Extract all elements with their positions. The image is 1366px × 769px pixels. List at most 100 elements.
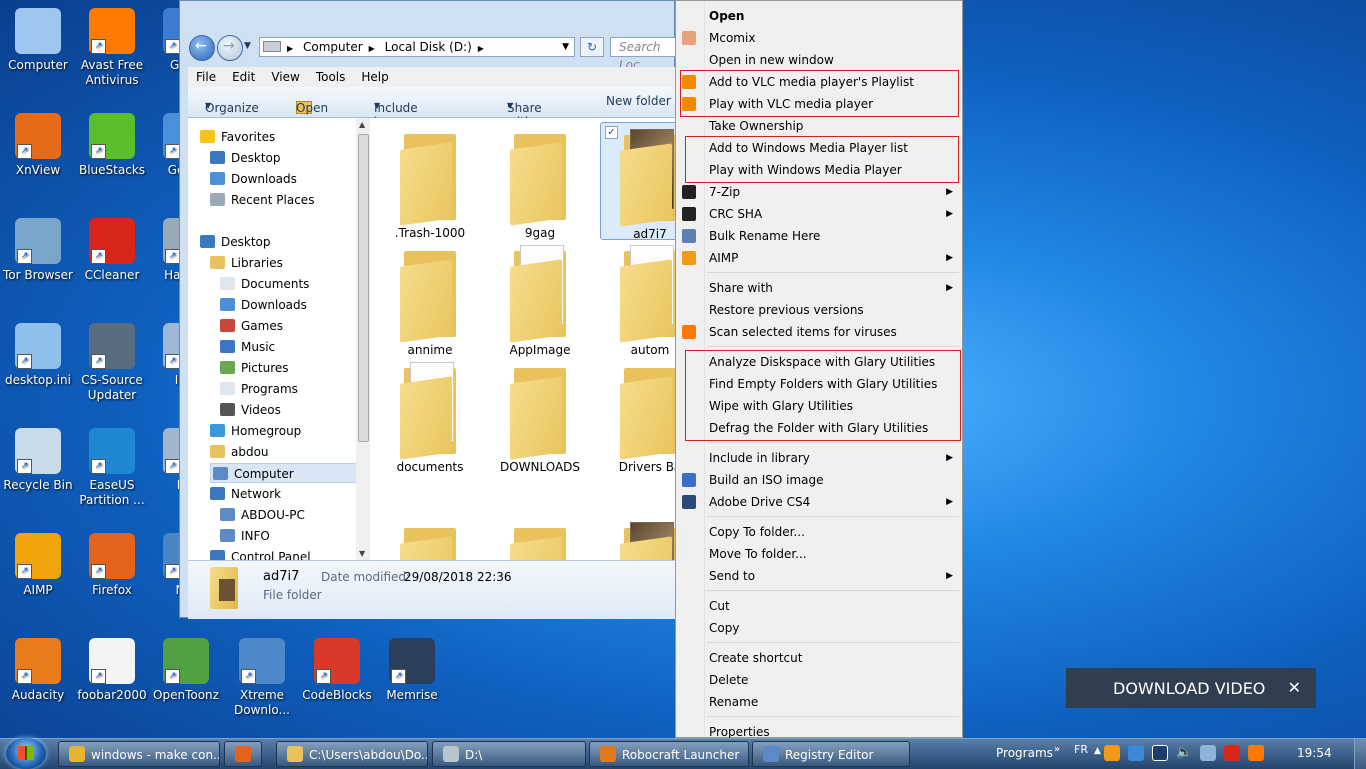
menu-item-restore-previous-versions[interactable]: Restore previous versions xyxy=(676,299,962,321)
download-video-banner[interactable]: DOWNLOAD VIDEO ✕ xyxy=(1066,668,1316,708)
menu-file[interactable]: File xyxy=(188,67,224,87)
back-button[interactable]: ← xyxy=(189,35,215,61)
menu-item-create-shortcut[interactable]: Create shortcut xyxy=(676,647,962,669)
desktop-icon-cs-source-updater[interactable]: ↗ CS-Source Updater xyxy=(74,323,150,403)
nav-item-games[interactable]: Games xyxy=(220,316,283,336)
nav-item-pictures[interactable]: Pictures xyxy=(220,358,289,378)
ccleaner-tray-icon[interactable] xyxy=(1224,745,1240,761)
folder-item-9gag[interactable]: 9gag xyxy=(490,122,590,240)
navigation-pane[interactable]: Favorites Desktop Downloads Recent Places De… xyxy=(188,118,356,560)
desktop-icon-memrise[interactable]: ↗ Memrise xyxy=(374,638,450,703)
breadcrumb-local-disk[interactable]: Local Disk (D:) xyxy=(385,40,472,54)
menu-item-open[interactable]: Open xyxy=(676,5,962,27)
menu-item-rename[interactable]: Rename xyxy=(676,691,962,713)
menu-item-take-ownership[interactable]: Take Ownership xyxy=(676,115,962,137)
folder-item-downloads[interactable]: DOWNLOADS xyxy=(490,356,590,474)
nav-item-music[interactable]: Music xyxy=(220,337,275,357)
menu-item-include-in-library[interactable]: Include in library ▶ xyxy=(676,447,962,469)
desktop-icon-recycle-bin[interactable]: ↗ Recycle Bin xyxy=(0,428,76,493)
address-bar[interactable]: ▶ Computer ▶ Local Disk (D:) ▶ ▼ xyxy=(259,37,575,57)
menu-item-share-with[interactable]: Share with ▶ xyxy=(676,277,962,299)
breadcrumb-computer[interactable]: Computer xyxy=(303,40,363,54)
nav-item-favorites[interactable]: Favorites xyxy=(200,127,275,147)
nav-item-recent-places[interactable]: Recent Places xyxy=(210,190,314,210)
language-indicator[interactable]: FR xyxy=(1074,743,1088,756)
desktop-icon-foobar2000[interactable]: ↗ foobar2000 xyxy=(74,638,150,703)
nav-item-control-panel[interactable]: Control Panel xyxy=(210,547,311,560)
scroll-thumb[interactable] xyxy=(358,134,369,442)
menu-help[interactable]: Help xyxy=(353,67,396,87)
tray-app-icon[interactable] xyxy=(1128,745,1144,761)
menu-item-mcomix[interactable]: Mcomix xyxy=(676,27,962,49)
nav-item-videos[interactable]: Videos xyxy=(220,400,281,420)
menu-item-adobe-drive-cs4[interactable]: Adobe Drive CS4 ▶ xyxy=(676,491,962,513)
scroll-down-icon[interactable]: ▼ xyxy=(359,549,365,558)
scroll-up-icon[interactable]: ▲ xyxy=(359,120,365,129)
nav-item-programs[interactable]: Programs xyxy=(220,379,298,399)
menu-item-scan-selected-items-for-viruses[interactable]: Scan selected items for viruses xyxy=(676,321,962,343)
menu-item-move-to-folder[interactable]: Move To folder... xyxy=(676,543,962,565)
desktop-icon-firefox[interactable]: ↗ Firefox xyxy=(74,533,150,598)
nav-item-downloads[interactable]: Downloads xyxy=(220,295,307,315)
desktop-icon-codeblocks[interactable]: ↗ CodeBlocks xyxy=(299,638,375,703)
taskbar-button-c-users-abdou-do[interactable]: C:\Users\abdou\Do... xyxy=(276,741,428,767)
menu-item-aimp[interactable]: AIMP ▶ xyxy=(676,247,962,269)
nav-item-homegroup[interactable]: Homegroup xyxy=(210,421,301,441)
show-desktop-button[interactable] xyxy=(1354,739,1366,769)
network-tray-icon[interactable] xyxy=(1200,745,1216,761)
close-icon[interactable]: ✕ xyxy=(1288,678,1301,697)
menu-item-cut[interactable]: Cut xyxy=(676,595,962,617)
search-input[interactable]: Search Loc xyxy=(610,37,676,72)
folder-item-blank[interactable] xyxy=(490,516,590,560)
programs-toolbar-label[interactable]: Programs xyxy=(996,746,1053,760)
menu-item-send-to[interactable]: Send to ▶ xyxy=(676,565,962,587)
menu-view[interactable]: View xyxy=(263,67,307,87)
folder-item-ad7i7[interactable]: ✓ ad7i7 xyxy=(600,122,676,241)
menu-edit[interactable]: Edit xyxy=(224,67,263,87)
menu-item-open-in-new-window[interactable]: Open in new window xyxy=(676,49,962,71)
desktop-icon-opentoonz[interactable]: ↗ OpenToonz xyxy=(148,638,224,703)
nav-item-desktop[interactable]: Desktop xyxy=(210,148,281,168)
desktop-icon-xnview[interactable]: ↗ XnView xyxy=(0,113,76,178)
chat-tray-icon[interactable] xyxy=(1152,745,1168,761)
nav-item-info[interactable]: INFO xyxy=(220,526,270,546)
desktop-icon-bluestacks[interactable]: ↗ BlueStacks xyxy=(74,113,150,178)
menu-item-build-an-iso-image[interactable]: Build an ISO image xyxy=(676,469,962,491)
folder-item-autom[interactable]: autom xyxy=(600,239,676,357)
folder-item-blank[interactable] xyxy=(380,516,480,560)
menu-item-delete[interactable]: Delete xyxy=(676,669,962,691)
folder-item-trash-1000[interactable]: .Trash-1000 xyxy=(380,122,480,240)
tray-expand-icon[interactable]: ▲ xyxy=(1094,746,1101,756)
taskbar-button-robocraft-launcher[interactable]: Robocraft Launcher xyxy=(589,741,749,767)
desktop-icon-easeus-partition[interactable]: ↗ EaseUS Partition ... xyxy=(74,428,150,508)
address-dropdown-icon[interactable]: ▼ xyxy=(562,38,569,56)
desktop-icon-desktop-ini[interactable]: ↗ desktop.ini xyxy=(0,323,76,388)
download-video-label[interactable]: DOWNLOAD VIDEO xyxy=(1113,679,1265,698)
menu-item-7-zip[interactable]: 7-Zip ▶ xyxy=(676,181,962,203)
nav-item-abdou-pc[interactable]: ABDOU-PC xyxy=(220,505,305,525)
folder-item-blank[interactable] xyxy=(600,516,676,560)
forward-button[interactable]: → xyxy=(217,35,243,61)
clock[interactable]: 19:54 xyxy=(1297,746,1332,760)
desktop-icon-tor-browser[interactable]: ↗ Tor Browser xyxy=(0,218,76,283)
menu-tools[interactable]: Tools xyxy=(308,67,354,87)
refresh-button[interactable]: ↻ xyxy=(580,37,604,57)
nav-item-desktop[interactable]: Desktop xyxy=(200,232,271,252)
desktop-icon-avast-free-antivirus[interactable]: ↗ Avast Free Antivirus xyxy=(74,8,150,88)
menu-item-crc-sha[interactable]: CRC SHA ▶ xyxy=(676,203,962,225)
nav-item-network[interactable]: Network xyxy=(210,484,281,504)
folder-item-annime[interactable]: annime xyxy=(380,239,480,357)
menu-item-bulk-rename-here[interactable]: Bulk Rename Here xyxy=(676,225,962,247)
new-folder-button[interactable]: New folder xyxy=(606,94,671,108)
nav-item-computer[interactable]: Computer xyxy=(210,463,356,483)
toolbar-chevron-icon[interactable]: » xyxy=(1054,744,1060,755)
selection-checkbox[interactable]: ✓ xyxy=(605,126,618,139)
nav-item-documents[interactable]: Documents xyxy=(220,274,309,294)
desktop-icon-audacity[interactable]: ↗ Audacity xyxy=(0,638,76,703)
desktop-icon-aimp[interactable]: ↗ AIMP xyxy=(0,533,76,598)
volume-icon[interactable]: 🔈 xyxy=(1176,745,1192,761)
nav-item-libraries[interactable]: Libraries xyxy=(210,253,283,273)
desktop-icon-ccleaner[interactable]: ↗ CCleaner xyxy=(74,218,150,283)
folder-item-appimage[interactable]: AppImage xyxy=(490,239,590,357)
folder-item-documents[interactable]: documents xyxy=(380,356,480,474)
